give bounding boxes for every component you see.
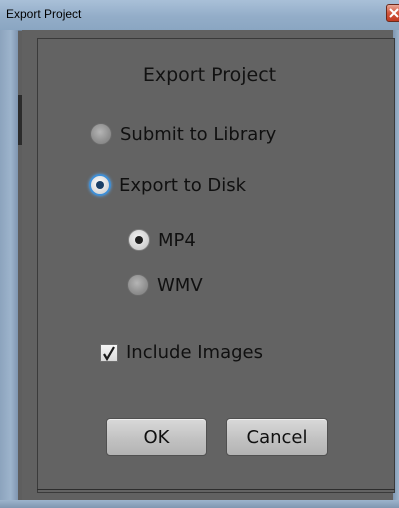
- mp4-radio[interactable]: [128, 229, 150, 251]
- submit-to-library-radio[interactable]: [90, 123, 112, 145]
- include-images-option[interactable]: Include Images: [100, 342, 263, 363]
- close-button[interactable]: [386, 4, 399, 22]
- export-project-window: Export Project Export Project Submit to …: [0, 0, 399, 508]
- radio-selected-dot: [96, 181, 104, 189]
- export-to-disk-radio[interactable]: [89, 174, 111, 196]
- dialog-heading: Export Project: [142, 64, 277, 86]
- ok-button[interactable]: OK: [106, 418, 207, 456]
- include-images-label: Include Images: [126, 342, 263, 363]
- mp4-label: MP4: [158, 229, 196, 251]
- window-frame-left: [0, 30, 18, 508]
- export-to-disk-option[interactable]: Export to Disk: [89, 174, 246, 196]
- checkmark-icon: [103, 345, 115, 361]
- radio-selected-dot: [135, 236, 143, 244]
- export-to-disk-label: Export to Disk: [119, 174, 247, 196]
- submit-to-library-option[interactable]: Submit to Library: [90, 123, 276, 145]
- mp4-option[interactable]: MP4: [128, 229, 196, 251]
- include-images-checkbox[interactable]: [100, 343, 118, 362]
- wmv-radio[interactable]: [127, 274, 149, 296]
- wmv-option[interactable]: WMV: [127, 274, 203, 296]
- cancel-button[interactable]: Cancel: [226, 418, 328, 456]
- divider: [37, 489, 395, 490]
- close-icon: [389, 8, 399, 18]
- wmv-label: WMV: [157, 274, 203, 296]
- title-bar[interactable]: Export Project: [0, 0, 399, 31]
- window-title: Export Project: [6, 7, 82, 21]
- window-frame-bottom: [0, 500, 399, 508]
- dialog-inner-panel: [37, 38, 395, 493]
- submit-to-library-label: Submit to Library: [120, 123, 277, 145]
